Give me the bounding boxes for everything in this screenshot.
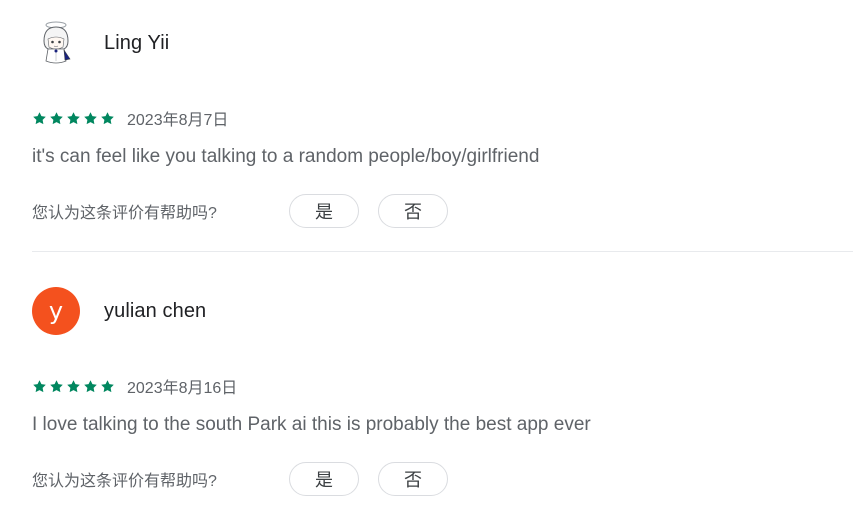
star-icon — [84, 379, 97, 392]
anime-character-avatar-icon — [43, 21, 71, 64]
star-icon — [101, 379, 114, 392]
helpful-prompt: 您认为这条评价有帮助吗? 是 否 — [32, 193, 467, 229]
helpful-no-button[interactable]: 否 — [378, 462, 448, 496]
star-icon — [50, 111, 63, 124]
star-icon — [33, 111, 46, 124]
user-avatar — [32, 19, 80, 67]
star-icon — [84, 111, 97, 124]
rating-row: 2023年8月7日 — [32, 106, 228, 130]
review-author: Ling Yii — [104, 31, 170, 54]
helpful-yes-button[interactable]: 是 — [289, 194, 359, 228]
star-icon — [50, 379, 63, 392]
star-rating — [32, 111, 117, 126]
star-icon — [67, 379, 80, 392]
helpful-question: 您认为这条评价有帮助吗? — [32, 473, 217, 490]
helpful-question: 您认为这条评价有帮助吗? — [32, 205, 217, 222]
helpful-yes-button[interactable]: 是 — [289, 462, 359, 496]
review-author: yulian chen — [104, 299, 207, 322]
star-icon — [101, 111, 114, 124]
user-avatar: y — [32, 287, 80, 335]
review-text: I love talking to the south Park ai this… — [32, 414, 591, 435]
review-text: it's can feel like you talking to a rand… — [32, 146, 540, 167]
star-icon — [67, 111, 80, 124]
helpful-no-button[interactable]: 否 — [378, 194, 448, 228]
rating-row: 2023年8月16日 — [32, 374, 237, 398]
star-rating — [32, 379, 117, 394]
review-divider — [32, 251, 853, 252]
review-date: 2023年8月16日 — [127, 380, 238, 397]
review-header: Ling Yii — [32, 16, 169, 70]
helpful-prompt: 您认为这条评价有帮助吗? 是 否 — [32, 461, 467, 497]
review-header: y yulian chen — [32, 284, 206, 338]
review-date: 2023年8月7日 — [127, 112, 229, 129]
star-icon — [33, 379, 46, 392]
